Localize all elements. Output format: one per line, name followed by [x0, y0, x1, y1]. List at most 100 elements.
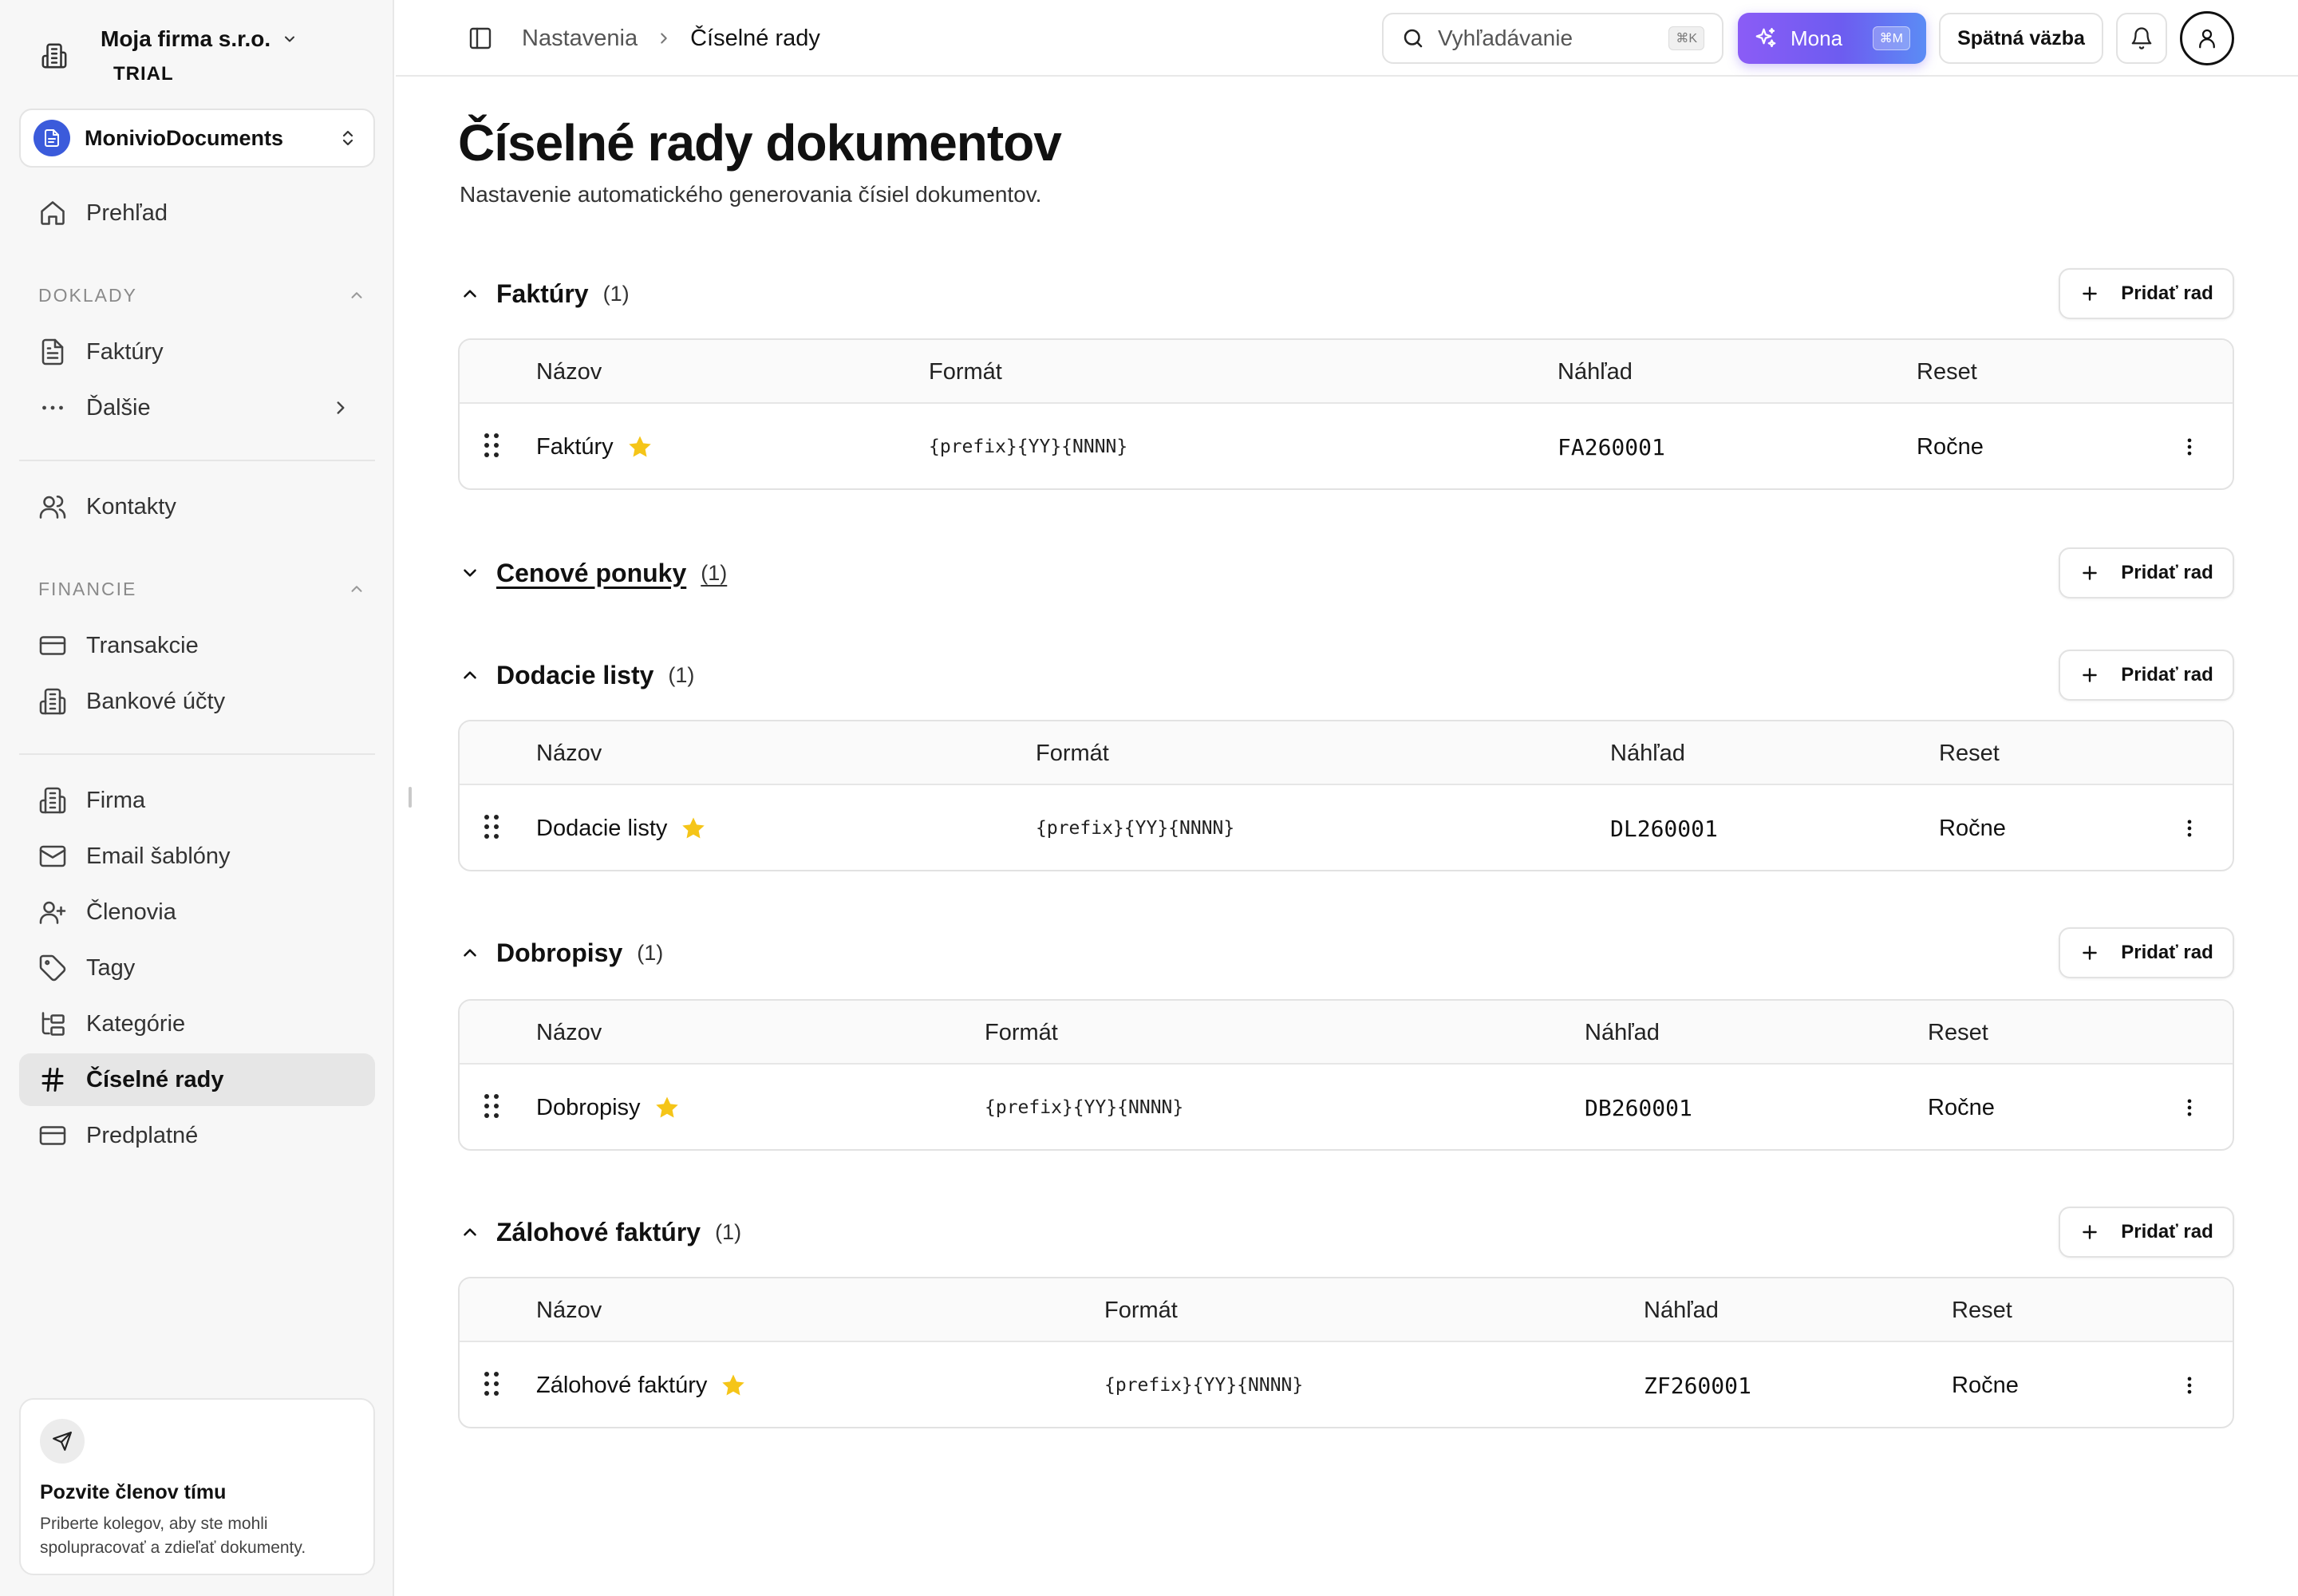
column-header-format: Formát	[985, 1019, 1058, 1045]
group-header-dodacie-listy[interactable]: Dodacie listy (1) Pridať rad	[458, 650, 2234, 701]
chevron-right-icon	[655, 30, 673, 47]
chevron-down-icon[interactable]	[458, 561, 482, 585]
sidebar-item-dalsie[interactable]: Ďalšie	[19, 381, 375, 434]
column-header-format: Formát	[1036, 740, 1109, 766]
sidebar-resize-handle[interactable]	[409, 787, 412, 808]
sidebar-item-clenovia[interactable]: Členovia	[19, 886, 375, 938]
table-row[interactable]: Dodacie listy {prefix}{YY}{NNNN} DL26000…	[460, 785, 2233, 870]
topbar: Nastavenia Číselné rady Vyhľadávanie ⌘K …	[396, 0, 2298, 77]
chevron-right-icon	[330, 397, 351, 418]
add-series-label: Pridať rad	[2121, 282, 2213, 304]
sidebar-item-transakcie[interactable]: Transakcie	[19, 619, 375, 672]
more-vertical-icon[interactable]	[2178, 817, 2201, 839]
workspace-switcher[interactable]: MonivioDocuments	[19, 109, 375, 168]
sidebar-item-tagy[interactable]: Tagy	[19, 942, 375, 994]
drag-handle-icon[interactable]	[482, 1369, 501, 1398]
building-icon	[37, 784, 69, 816]
column-header-preview: Náhľad	[1585, 1019, 1660, 1045]
sidebar-item-label: Bankové účty	[86, 688, 226, 714]
sidebar-item-kategorie[interactable]: Kategórie	[19, 998, 375, 1050]
invite-description-line: spolupracovať a zdieľať dokumenty.	[40, 1539, 306, 1557]
add-series-button[interactable]: Pridať rad	[2059, 927, 2234, 978]
more-vertical-icon[interactable]	[2178, 1374, 2201, 1396]
series-name: Dobropisy	[536, 1094, 641, 1120]
column-header-name: Názov	[536, 1297, 602, 1323]
series-format: {prefix}{YY}{NNNN}	[1036, 818, 1235, 839]
sidebar-item-label: Kategórie	[86, 1010, 186, 1037]
column-header-preview: Náhľad	[1644, 1297, 1719, 1323]
plus-icon	[2079, 283, 2100, 304]
series-table-faktury: Názov Formát Náhľad Reset Faktúry {prefi…	[458, 338, 2234, 490]
drag-handle-icon[interactable]	[482, 431, 501, 460]
table-row[interactable]: Faktúry {prefix}{YY}{NNNN} FA260001 Ročn…	[460, 404, 2233, 488]
section-doklady[interactable]: DOKLADY	[38, 279, 365, 311]
table-row[interactable]: Dobropisy {prefix}{YY}{NNNN} DB260001 Ro…	[460, 1065, 2233, 1149]
add-series-button[interactable]: Pridať rad	[2059, 1207, 2234, 1258]
series-format: {prefix}{YY}{NNNN}	[1104, 1375, 1304, 1396]
document-logo-icon	[34, 120, 70, 156]
search-input[interactable]: Vyhľadávanie ⌘K	[1382, 13, 1724, 64]
credit-card-icon	[37, 630, 69, 662]
group-header-zalohove-faktury[interactable]: Zálohové faktúry (1) Pridať rad	[458, 1207, 2234, 1258]
section-financie[interactable]: FINANCIE	[38, 573, 365, 605]
sidebar-item-bankove-ucty[interactable]: Bankové účty	[19, 675, 375, 728]
column-header-format: Formát	[1104, 1297, 1178, 1323]
feedback-button[interactable]: Spätná väzba	[1939, 13, 2103, 64]
table-header: Názov Formát Náhľad Reset	[460, 1278, 2233, 1342]
more-vertical-icon[interactable]	[2178, 1096, 2201, 1119]
sidebar-item-email-sablony[interactable]: Email šablóny	[19, 830, 375, 883]
drag-handle-icon[interactable]	[482, 812, 501, 841]
sidebar-item-kontakty[interactable]: Kontakty	[19, 480, 375, 533]
sidebar-item-overview[interactable]: Prehľad	[19, 187, 375, 239]
section-label: DOKLADY	[38, 284, 137, 306]
column-header-name: Názov	[536, 358, 602, 385]
sidebar-item-label: Faktúry	[86, 338, 164, 365]
group-header-faktury[interactable]: Faktúry (1) Pridať rad	[458, 268, 2234, 319]
column-header-reset: Reset	[1939, 740, 2000, 766]
invite-card[interactable]: Pozvite členov tímu Priberte kolegov, ab…	[19, 1398, 375, 1575]
group-count: (1)	[668, 662, 695, 687]
home-icon	[37, 197, 69, 229]
mona-ai-button[interactable]: Mona ⌘M	[1738, 13, 1926, 64]
invite-description: Priberte kolegov, aby ste mohli spolupra…	[40, 1512, 354, 1560]
group-name: Dobropisy	[496, 938, 623, 967]
sidebar-item-predplatne[interactable]: Predplatné	[19, 1109, 375, 1162]
avatar[interactable]	[2180, 11, 2234, 65]
company-switcher[interactable]: Moja firma s.r.o. TRIAL	[32, 16, 367, 96]
column-header-preview: Náhľad	[1610, 740, 1685, 766]
breadcrumb-parent[interactable]: Nastavenia	[522, 26, 638, 52]
table-row[interactable]: Zálohové faktúry {prefix}{YY}{NNNN} ZF26…	[460, 1342, 2233, 1427]
add-series-label: Pridať rad	[2121, 942, 2213, 963]
add-series-button[interactable]: Pridať rad	[2059, 547, 2234, 598]
user-plus-icon	[37, 896, 69, 928]
chevron-up-icon[interactable]	[458, 1220, 482, 1244]
sidebar-divider	[19, 753, 375, 755]
add-series-label: Pridať rad	[2121, 1221, 2213, 1242]
drag-handle-icon[interactable]	[482, 1092, 501, 1120]
panel-left-icon[interactable]	[468, 26, 493, 51]
chevron-up-icon[interactable]	[458, 282, 482, 306]
series-preview: DL260001	[1610, 815, 1718, 842]
add-series-button[interactable]: Pridať rad	[2059, 268, 2234, 319]
star-icon	[720, 1372, 747, 1399]
group-header-dobropisy[interactable]: Dobropisy (1) Pridať rad	[458, 927, 2234, 978]
sidebar-item-ciselne-rady[interactable]: Číselné rady	[19, 1053, 375, 1106]
more-vertical-icon[interactable]	[2178, 436, 2201, 458]
chevron-up-icon[interactable]	[458, 663, 482, 687]
series-format: {prefix}{YY}{NNNN}	[985, 1097, 1184, 1118]
notifications-button[interactable]	[2116, 13, 2167, 64]
group-header-cenove-ponuky[interactable]: Cenové ponuky (1) Pridať rad	[458, 547, 2234, 598]
sidebar-divider	[19, 460, 375, 461]
plus-icon	[2079, 665, 2100, 685]
add-series-button[interactable]: Pridať rad	[2059, 650, 2234, 701]
plus-icon	[2079, 1222, 2100, 1242]
search-icon	[1401, 26, 1425, 50]
company-name: Moja firma s.r.o.	[101, 26, 271, 51]
group-name: Dodacie listy	[496, 660, 654, 689]
column-header-name: Názov	[536, 740, 602, 766]
column-header-reset: Reset	[1928, 1019, 1988, 1045]
sidebar-item-faktury[interactable]: Faktúry	[19, 326, 375, 378]
chevron-up-icon	[348, 286, 365, 304]
chevron-up-icon[interactable]	[458, 941, 482, 965]
sidebar-item-firma[interactable]: Firma	[19, 774, 375, 827]
